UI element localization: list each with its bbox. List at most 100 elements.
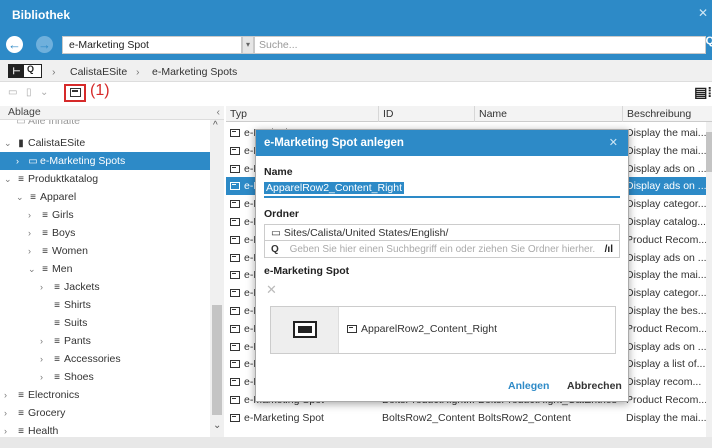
chevron-icon[interactable]: ›	[40, 332, 50, 350]
tree-item-label: CalistaESite	[28, 137, 86, 149]
tree-item[interactable]: › ≡ Grocery	[0, 404, 210, 422]
table-cell-desc: Display the bes...	[626, 302, 710, 320]
tree-item[interactable]: ⌄ ≡ Produktkatalog	[0, 170, 210, 188]
tree-item-label: Girls	[52, 209, 74, 221]
chevron-icon[interactable]: ›	[28, 224, 38, 242]
chevron-icon[interactable]: ›	[40, 350, 50, 368]
tree-item-label: Jackets	[64, 281, 100, 293]
close-icon[interactable]: ✕	[609, 136, 618, 149]
chevron-down-icon[interactable]: ⌄	[40, 87, 48, 98]
chevron-icon[interactable]: ⌄	[4, 134, 14, 152]
name-label: Name	[264, 166, 293, 178]
emarketing-spot-icon	[230, 200, 240, 209]
chevron-icon[interactable]: ⌄	[4, 170, 14, 188]
annotation-label: (1)	[90, 82, 110, 99]
tree-item[interactable]: › ≡ Pants	[0, 332, 210, 350]
table-cell-name: BoltsRow2_Content	[478, 409, 622, 427]
scroll-down-icon[interactable]: ⌄	[213, 420, 221, 431]
view-mode-icon[interactable]: ▤⁞	[694, 84, 712, 101]
chevron-icon[interactable]: ›	[16, 152, 26, 170]
chevron-icon[interactable]: ⌄	[28, 260, 38, 278]
tree-item[interactable]: › ≡ Girls	[0, 206, 210, 224]
create-button[interactable]: Anlegen	[508, 380, 549, 392]
new-emarketing-spot-button[interactable]	[64, 84, 86, 102]
column-header-description[interactable]: Beschreibung	[622, 106, 712, 122]
tree-item[interactable]: › ≡ Jackets	[0, 278, 210, 296]
tree-item[interactable]: › ≡ Women	[0, 242, 210, 260]
column-header-id[interactable]: ID	[378, 106, 474, 122]
table-cell-text: Display the bes...	[626, 305, 707, 317]
column-header-name[interactable]: Name	[474, 106, 622, 122]
chevron-icon[interactable]: ›	[28, 206, 38, 224]
close-icon[interactable]: ✕	[698, 6, 708, 20]
tree-item-label: Electronics	[28, 389, 80, 401]
tree-item[interactable]: ⌄ ▮ CalistaESite	[0, 134, 210, 152]
chevron-icon[interactable]: ›	[4, 386, 14, 404]
search-input[interactable]: Suche...	[254, 36, 706, 54]
tree-item[interactable]: ▭ Alle Inhalte	[0, 120, 210, 130]
folder-icon: ▭	[271, 227, 284, 239]
tree-item[interactable]: ⌄ ≡ Men	[0, 260, 210, 278]
emarketing-spot-icon	[70, 88, 81, 97]
emarketing-spot-icon	[230, 129, 240, 137]
spot-name: ApparelRow2_Content_Right	[347, 323, 497, 335]
dialog-title: e-Marketing Spot anlegen	[264, 137, 404, 149]
tree-scrollbar[interactable]: ^ ⌄	[210, 120, 224, 448]
collapse-left-icon[interactable]: ‹	[217, 106, 221, 118]
tree-item[interactable]: › ≡ Accessories	[0, 350, 210, 368]
chevron-icon[interactable]: ›	[28, 242, 38, 260]
table-cell-desc: Display ads on ...	[626, 160, 710, 178]
breadcrumb-separator: ›	[52, 66, 56, 78]
tree-item[interactable]: › ≡ Shoes	[0, 368, 210, 386]
table-cell-text: Display the mai...	[626, 144, 707, 157]
folder-icon: ≡	[18, 408, 24, 419]
breadcrumb-item-folder[interactable]: e-Marketing Spots	[152, 66, 237, 78]
tree-item[interactable]: ⌄ ≡ Apparel	[0, 188, 210, 206]
name-input[interactable]: ApparelRow2_Content_Right	[264, 180, 620, 198]
table-row[interactable]: e-Marketing Spot BoltsRow2_Content BoltsRo…	[226, 409, 712, 427]
back-arrow-icon[interactable]: ←	[6, 36, 23, 53]
folder-icon: ≡	[30, 192, 36, 203]
chevron-icon[interactable]: ›	[40, 278, 50, 296]
table-scrollbar[interactable]	[706, 122, 712, 437]
tree-item[interactable]: › ≡ Electronics	[0, 386, 210, 404]
tree-item[interactable]: › ≡ Boys	[0, 224, 210, 242]
library-icon[interactable]: /ıl	[605, 241, 613, 258]
search-icon: Q	[27, 64, 35, 74]
tree-item-label: Grocery	[28, 407, 66, 419]
emarketing-spot-icon	[230, 218, 240, 226]
tree-item[interactable]: › ▭ e-Marketing Spots	[0, 152, 210, 170]
search-icon[interactable]: Q	[705, 35, 712, 47]
breadcrumb-item-site[interactable]: CalistaESite	[70, 66, 127, 78]
scroll-up-icon[interactable]: ^	[213, 120, 218, 131]
chevron-down-icon[interactable]: ▾	[242, 36, 254, 54]
tree-view-toggle-button[interactable]: ⊢ Q	[8, 64, 42, 78]
scrollbar-thumb[interactable]	[706, 132, 712, 172]
document-icon[interactable]: ▯	[26, 87, 32, 98]
folder-icon: ≡	[54, 300, 60, 311]
tree-item[interactable]: ≡ Suits	[0, 314, 210, 332]
folder-search-input[interactable]: Q Geben Sie hier einen Suchbegriff ein o…	[264, 240, 620, 258]
tree-item[interactable]: ≡ Shirts	[0, 296, 210, 314]
chevron-icon[interactable]: ⌄	[16, 188, 26, 206]
tree-item-label: Suits	[64, 317, 88, 329]
chevron-icon[interactable]: ›	[40, 368, 50, 386]
type-select[interactable]: e-Marketing Spot	[62, 36, 242, 54]
table-cell-desc: Display catalog...	[626, 213, 710, 231]
chevron-icon[interactable]: ›	[4, 404, 14, 422]
scrollbar-thumb[interactable]	[212, 305, 222, 415]
tree-item-label: Health	[28, 425, 59, 437]
search-icon: Q	[271, 244, 279, 255]
emarketing-spot-icon	[230, 253, 240, 262]
forward-arrow-icon[interactable]: →	[36, 36, 53, 53]
clear-icon[interactable]: ✕	[266, 282, 277, 298]
cancel-button[interactable]: Abbrechen	[567, 380, 622, 392]
name-input-value: ApparelRow2_Content_Right	[264, 182, 405, 194]
spot-link-box[interactable]: ApparelRow2_Content_Right	[270, 306, 616, 354]
folder-icon: ≡	[18, 174, 24, 185]
dialog-footer: Anlegen Abbrechen	[256, 372, 628, 402]
column-header-type[interactable]: Typ	[226, 106, 378, 122]
tree-item-label: Pants	[64, 335, 91, 347]
table-header: Typ ID Name Beschreibung	[226, 106, 712, 122]
folder-icon[interactable]: ▭	[8, 87, 17, 98]
